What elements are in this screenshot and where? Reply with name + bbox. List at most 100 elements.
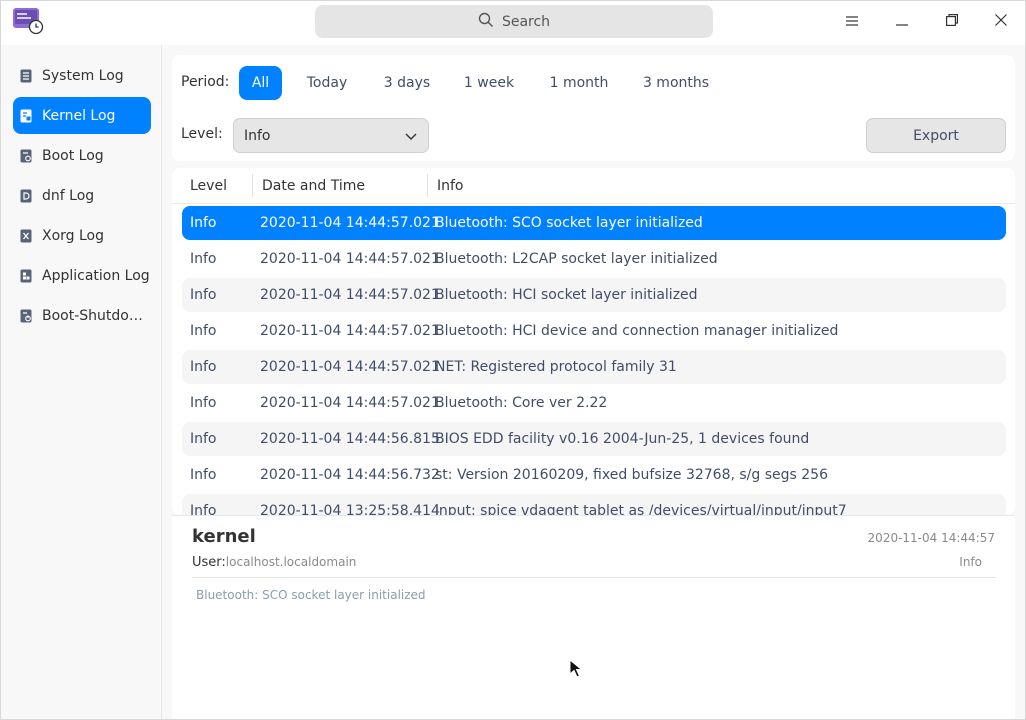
detail-user-value: localhost.localdomain <box>225 555 357 569</box>
cell-info: Bluetooth: SCO socket layer initialized <box>435 215 703 231</box>
detail-user: User:localhost.localdomain <box>192 555 356 570</box>
cell-level: Info <box>190 251 217 267</box>
column-header-info[interactable]: Info <box>437 168 464 204</box>
cell-datetime: 2020-11-04 14:44:57.021 <box>260 251 440 267</box>
period-3-months-button[interactable]: 3 months <box>635 66 717 100</box>
search-placeholder: Search <box>501 13 551 30</box>
sidebar-item-label: System Log <box>42 67 124 84</box>
column-header-date-time[interactable]: Date and Time <box>262 168 365 204</box>
minimize-icon <box>896 14 908 30</box>
export-button[interactable]: Export <box>866 118 1006 153</box>
detail-datetime: 2020-11-04 14:44:57 <box>867 531 995 545</box>
period-1-week-button[interactable]: 1 week <box>457 66 521 100</box>
table-row[interactable]: Info 2020-11-04 14:44:57.021 Bluetooth: … <box>182 386 1006 420</box>
cell-datetime: 2020-11-04 14:44:57.021 <box>260 215 440 231</box>
level-select-value: Info <box>244 127 271 144</box>
maximize-button[interactable] <box>934 7 970 37</box>
cell-level: Info <box>190 467 217 483</box>
sidebar-item-label: Xorg Log <box>42 227 105 244</box>
table-row[interactable]: Info 2020-11-04 14:44:56.732 st: Version… <box>182 458 1006 492</box>
period-today-button[interactable]: Today <box>298 66 356 100</box>
period-1-month-button[interactable]: 1 month <box>542 66 616 100</box>
cell-info: BIOS EDD facility v0.16 2004-Jun-25, 1 d… <box>435 431 810 447</box>
period-3-days-button[interactable]: 3 days <box>376 66 438 100</box>
table-row[interactable]: Info 2020-11-04 14:44:57.021 NET: Regist… <box>182 350 1006 384</box>
kernel-log-icon <box>19 109 33 123</box>
table-row[interactable]: Info 2020-11-04 14:44:57.021 Bluetooth: … <box>182 242 1006 276</box>
sidebar-item-label: Boot Log <box>42 147 104 164</box>
table-row[interactable]: Info 2020-11-04 13:25:58.414 input: spic… <box>182 494 1006 515</box>
sidebar: System Log Kernel Log Boot Log dnf Log X… <box>1 45 162 719</box>
cell-info: Bluetooth: HCI socket layer initialized <box>435 287 698 303</box>
sidebar-item-label: dnf Log <box>42 187 95 204</box>
detail-level: Info <box>959 555 982 569</box>
hamburger-menu-icon <box>846 14 858 30</box>
minimize-button[interactable] <box>884 7 920 37</box>
app-window: Search System Log Kernel Log Boot Log dn… <box>0 0 1026 720</box>
column-header-level[interactable]: Level <box>190 168 227 204</box>
cell-info: Bluetooth: Core ver 2.22 <box>435 395 608 411</box>
close-icon <box>995 14 1007 30</box>
filter-panel: Period: All Today 3 days 1 week 1 month … <box>172 55 1015 161</box>
application-log-icon <box>19 269 33 283</box>
sidebar-item-dnf-log[interactable]: dnf Log <box>13 177 151 214</box>
search-input[interactable]: Search <box>315 5 713 38</box>
cell-level: Info <box>190 503 217 515</box>
level-label: Level: <box>181 126 223 142</box>
cell-datetime: 2020-11-04 14:44:56.815 <box>260 431 440 447</box>
log-viewer-app-icon <box>12 7 44 35</box>
menu-button[interactable] <box>834 7 870 37</box>
table-row[interactable]: Info 2020-11-04 14:44:57.021 Bluetooth: … <box>182 278 1006 312</box>
search-icon <box>478 12 502 32</box>
cell-datetime: 2020-11-04 14:44:57.021 <box>260 359 440 375</box>
cell-level: Info <box>190 395 217 411</box>
sidebar-item-boot-log[interactable]: Boot Log <box>13 137 151 174</box>
sidebar-item-xorg-log[interactable]: Xorg Log <box>13 217 151 254</box>
sidebar-item-label: Kernel Log <box>42 107 116 124</box>
detail-user-label: User: <box>192 555 226 570</box>
cell-level: Info <box>190 323 217 339</box>
table-header: Level Date and Time Info <box>172 168 1015 204</box>
sidebar-item-label: Application Log <box>42 267 150 284</box>
table-row[interactable]: Info 2020-11-04 14:44:57.021 Bluetooth: … <box>182 314 1006 348</box>
detail-divider <box>192 577 996 578</box>
cell-info: Bluetooth: L2CAP socket layer initialize… <box>435 251 718 267</box>
log-table: Level Date and Time Info Info 2020-11-04… <box>172 168 1015 515</box>
cell-datetime: 2020-11-04 14:44:57.021 <box>260 323 440 339</box>
column-divider[interactable] <box>252 174 253 198</box>
chevron-down-icon <box>404 129 418 147</box>
dnf-log-icon <box>19 189 33 203</box>
period-label: Period: <box>181 74 230 90</box>
column-divider[interactable] <box>427 174 428 198</box>
titlebar: Search <box>1 1 1025 45</box>
table-row[interactable]: Info 2020-11-04 14:44:56.815 BIOS EDD fa… <box>182 422 1006 456</box>
cell-level: Info <box>190 359 217 375</box>
detail-message: Bluetooth: SCO socket layer initialized <box>196 588 426 602</box>
cell-info: Bluetooth: HCI device and connection man… <box>435 323 839 339</box>
close-button[interactable] <box>983 7 1019 37</box>
cell-datetime: 2020-11-04 14:44:56.732 <box>260 467 440 483</box>
level-select[interactable]: Info <box>233 118 429 153</box>
table-row[interactable]: Info 2020-11-04 14:44:57.021 Bluetooth: … <box>182 206 1006 240</box>
boot-log-icon <box>19 149 33 163</box>
sidebar-item-kernel-log[interactable]: Kernel Log <box>13 97 151 134</box>
period-all-button[interactable]: All <box>239 66 282 100</box>
restore-icon <box>946 14 958 30</box>
xorg-log-icon <box>19 229 33 243</box>
sidebar-item-label: Boot-Shutdown Event <box>42 307 151 324</box>
boot-shutdown-icon <box>19 309 33 323</box>
cell-datetime: 2020-11-04 13:25:58.414 <box>260 503 440 515</box>
mouse-cursor-icon <box>569 658 583 683</box>
sidebar-item-system-log[interactable]: System Log <box>13 57 151 94</box>
cell-datetime: 2020-11-04 14:44:57.021 <box>260 395 440 411</box>
sidebar-item-application-log[interactable]: Application Log <box>13 257 151 294</box>
cell-level: Info <box>190 287 217 303</box>
sidebar-item-boot-shutdown-event[interactable]: Boot-Shutdown Event <box>13 297 151 334</box>
detail-panel: kernel 2020-11-04 14:44:57 User:localhos… <box>172 515 1015 719</box>
cell-datetime: 2020-11-04 14:44:57.021 <box>260 287 440 303</box>
detail-title: kernel <box>192 526 256 547</box>
cell-level: Info <box>190 431 217 447</box>
document-list-icon <box>19 69 33 83</box>
cell-info: st: Version 20160209, fixed bufsize 3276… <box>435 467 828 483</box>
cell-info: input: spice vdagent tablet as /devices/… <box>435 503 847 515</box>
